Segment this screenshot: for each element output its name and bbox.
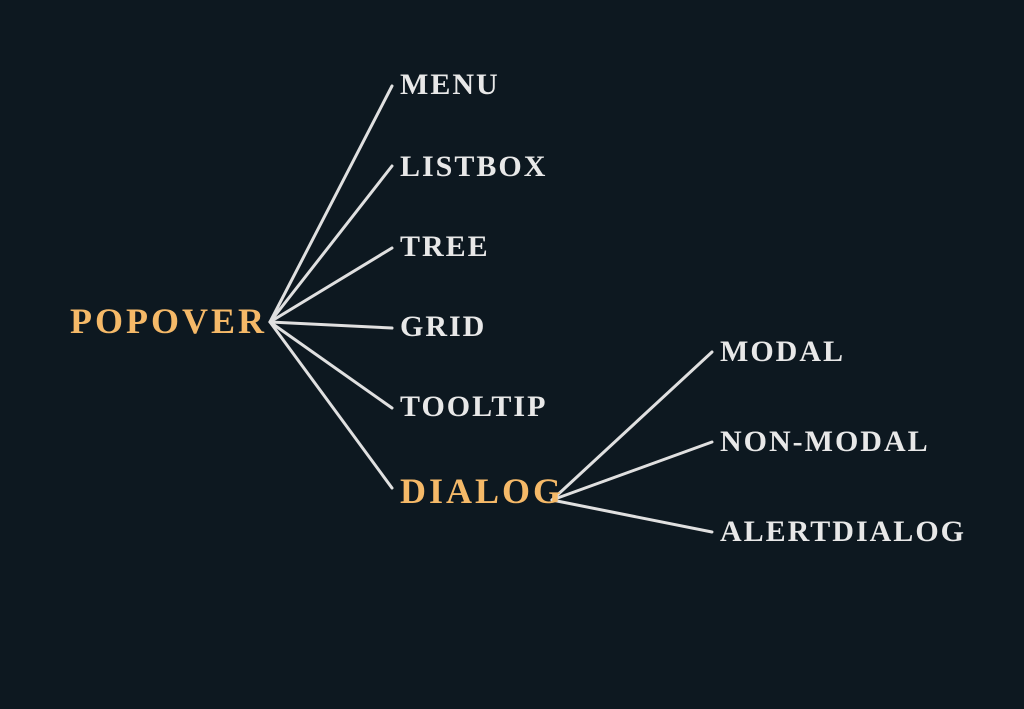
diagram-lines	[0, 0, 1024, 709]
edge-dialog-modal	[552, 352, 712, 500]
node-menu: MENU	[400, 68, 500, 102]
edge-popover-tooltip	[270, 322, 392, 408]
edge-dialog-nonmodal	[552, 442, 712, 500]
edge-popover-grid	[270, 322, 392, 328]
edge-popover-tree	[270, 248, 392, 322]
edge-dialog-alertdialog	[552, 500, 712, 532]
node-popover: POPOVER	[70, 300, 267, 342]
node-alertdialog: ALERTDIALOG	[720, 515, 966, 549]
node-tree: TREE	[400, 230, 490, 264]
node-dialog: DIALOG	[400, 470, 564, 512]
node-tooltip: TOOLTIP	[400, 390, 547, 424]
edge-popover-dialog	[270, 322, 392, 488]
node-nonmodal: NON-MODAL	[720, 425, 930, 459]
edge-popover-listbox	[270, 166, 392, 322]
node-listbox: LISTBOX	[400, 150, 547, 184]
edge-popover-menu	[270, 86, 392, 322]
node-grid: GRID	[400, 310, 486, 344]
node-modal: MODAL	[720, 335, 845, 369]
